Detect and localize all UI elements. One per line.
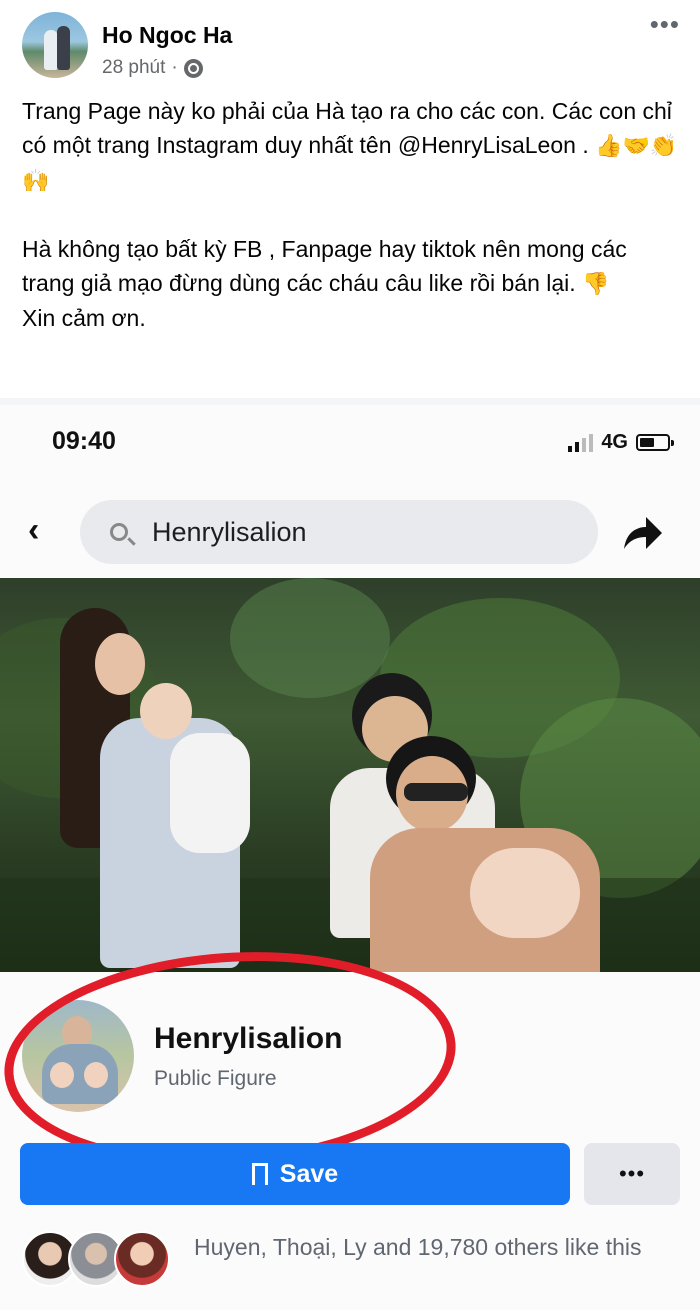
share-arrow-icon[interactable] <box>620 513 664 553</box>
globe-icon[interactable] <box>183 58 203 78</box>
search-bar[interactable]: Henrylisalion <box>80 500 598 564</box>
network-label: 4G <box>601 431 628 453</box>
status-bar-right: 4G <box>568 431 674 454</box>
save-label: Save <box>279 1159 339 1188</box>
search-icon <box>110 523 128 541</box>
page-more-button[interactable]: ••• <box>584 1143 680 1205</box>
meta-separator: · <box>171 57 178 78</box>
status-time: 09:40 <box>52 427 116 455</box>
post-paragraph-3: Xin cảm ơn. <box>22 305 146 331</box>
likes-summary[interactable]: Huyen, Thoại, Ly and 19,780 others like … <box>194 1233 674 1262</box>
post-more-button[interactable]: ••• <box>650 11 680 37</box>
post-paragraph-2: Hà không tạo bất kỳ FB , Fanpage hay tik… <box>22 236 627 296</box>
post-meta: 28 phút · <box>102 57 203 79</box>
embedded-phone-screenshot[interactable]: 09:40 4G ‹ Henrylisalion Henrylisalion P… <box>0 405 700 1310</box>
author-avatar[interactable] <box>22 12 88 78</box>
post-time[interactable]: 28 phút <box>102 57 165 79</box>
emoji-thumbs-down: 👎 <box>582 271 610 296</box>
friend-avatar[interactable] <box>114 1231 170 1287</box>
search-query[interactable]: Henrylisalion <box>152 517 307 548</box>
save-button[interactable]: Save <box>20 1143 570 1205</box>
cover-photo <box>0 578 700 972</box>
author-name[interactable]: Ho Ngoc Ha <box>102 22 232 49</box>
post-paragraph-1: Trang Page này ko phải của Hà tạo ra cho… <box>22 98 678 193</box>
bookmark-icon <box>251 1163 268 1191</box>
friend-avatars[interactable] <box>22 1231 170 1287</box>
signal-icon <box>568 433 594 452</box>
post-text: Trang Page này ko phải của Hà tạo ra cho… <box>22 94 682 335</box>
back-icon[interactable]: ‹ <box>28 513 39 547</box>
facebook-post: Ho Ngoc Ha 28 phút · ••• Trang Page này … <box>0 0 700 398</box>
battery-icon <box>636 434 674 451</box>
